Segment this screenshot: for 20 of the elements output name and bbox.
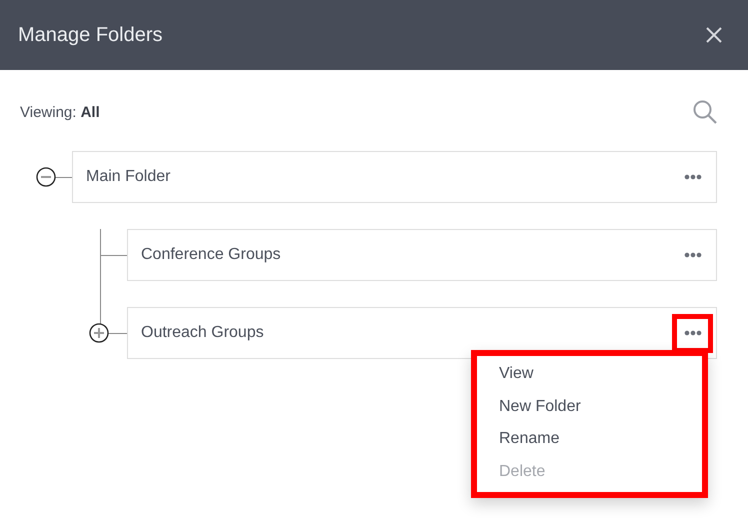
folder-name: Conference Groups [141,246,281,264]
expand-icon[interactable] [89,323,109,343]
folder-row[interactable]: Main Folder [72,151,717,203]
more-icon [684,330,702,336]
more-button[interactable] [672,314,713,352]
menu-item[interactable]: View [499,358,702,390]
menu-item[interactable]: Rename [499,423,702,456]
viewing-filter: Viewing: All [20,104,100,120]
more-icon [684,252,702,258]
menu-item[interactable]: New Folder [499,390,702,423]
collapse-icon[interactable] [36,167,56,187]
close-icon[interactable] [705,26,723,44]
folder-row[interactable]: Outreach Groups [127,307,717,359]
folder-row[interactable]: Conference Groups [127,229,717,281]
tree-line [54,177,72,178]
search-icon[interactable] [692,99,718,125]
more-icon [684,174,702,180]
folder-name: Main Folder [86,168,170,186]
window-title: Manage Folders [18,24,163,46]
folder-name: Outreach Groups [141,324,264,342]
